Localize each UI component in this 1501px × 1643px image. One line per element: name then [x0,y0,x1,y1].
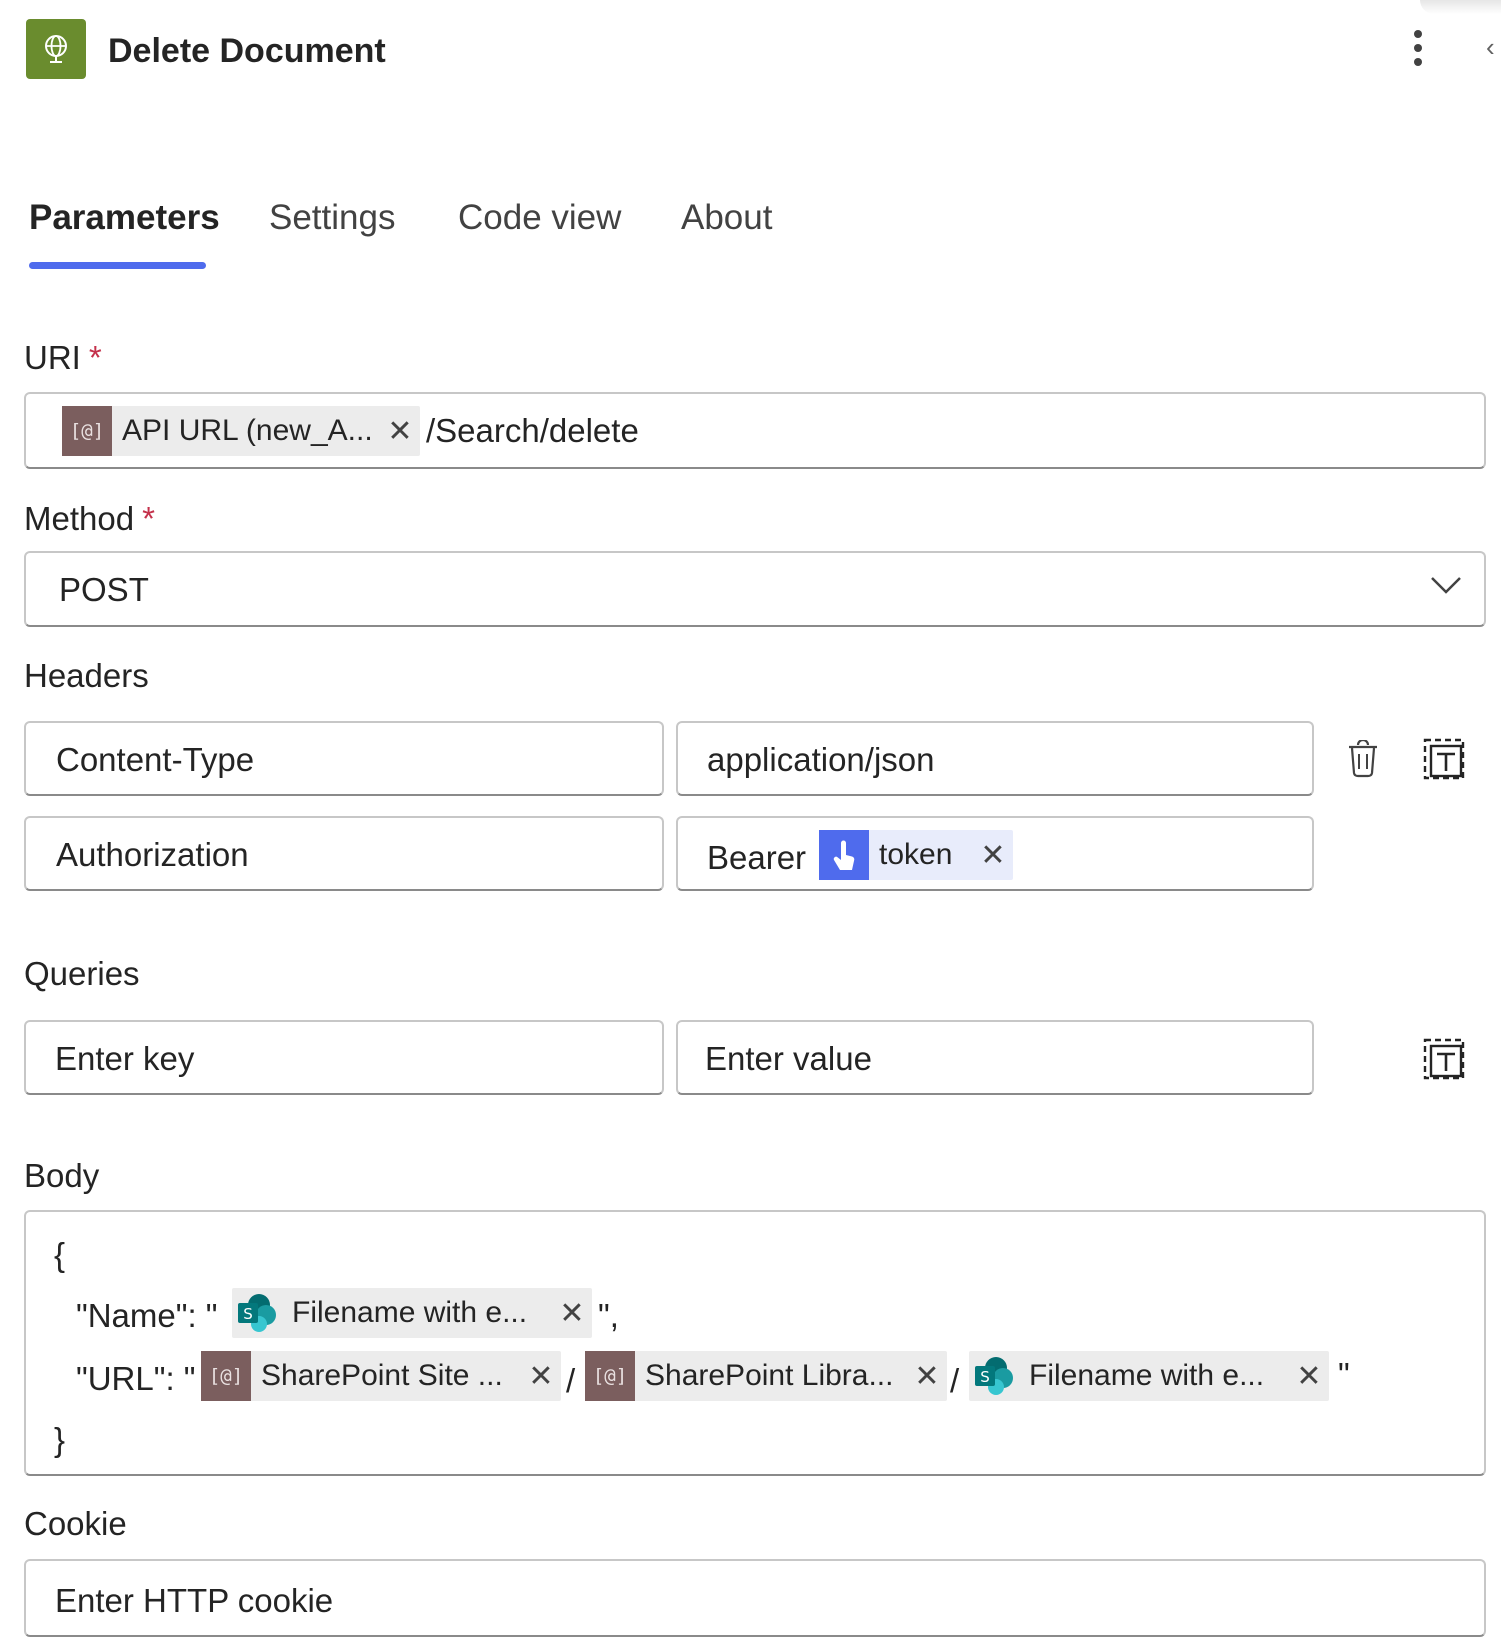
header-key-field[interactable]: Authorization [24,816,664,891]
required-marker: * [142,500,155,537]
text-mode-toggle-icon[interactable] [1419,1034,1469,1084]
body-url-suffix: " [1338,1356,1350,1393]
token-label: API URL (new_A... [122,414,373,447]
bearer-prefix-text: Bearer [707,839,807,876]
query-value-placeholder: Enter value [705,1040,872,1077]
remove-token-icon[interactable]: ✕ [552,1296,592,1331]
uri-field[interactable]: [@] API URL (new_A... ✕ /Search/delete [24,392,1486,469]
query-value-input[interactable]: Enter value [676,1020,1314,1095]
body-token-sharepoint-site[interactable]: [@] SharePoint Site ... ✕ [201,1351,561,1401]
body-token-filename[interactable]: S Filename with e... ✕ [232,1288,592,1338]
token-label: SharePoint Libra... [645,1359,894,1392]
token-label: Filename with e... [292,1296,528,1329]
header-value-text: application/json [707,741,935,778]
body-close-brace: } [54,1421,66,1458]
body-name-key: "Name": " [76,1297,218,1334]
header-key-value: Content-Type [56,741,255,778]
body-editor[interactable]: { "Name": " S Filename with e... ✕ ", "U… [24,1210,1486,1476]
text-mode-toggle-icon[interactable] [1419,734,1469,784]
cookie-input[interactable]: Enter HTTP cookie [24,1559,1486,1637]
method-select[interactable]: POST [24,551,1486,627]
header-key-field[interactable]: Content-Type [24,721,664,796]
body-token-sharepoint-library[interactable]: [@] SharePoint Libra... ✕ [585,1351,947,1401]
path-separator: / [950,1362,960,1399]
header-value-field[interactable]: application/json [676,721,1314,796]
method-value: POST [59,571,149,608]
svg-text:S: S [980,1368,990,1386]
query-key-input[interactable]: Enter key [24,1020,664,1095]
remove-token-icon[interactable]: ✕ [521,1359,561,1394]
uri-label: URI * [24,339,102,376]
tab-parameters[interactable]: Parameters [29,196,220,240]
svg-text:S: S [243,1305,253,1323]
variable-icon: [@] [585,1351,635,1401]
body-token-filename[interactable]: S Filename with e... ✕ [969,1351,1329,1401]
delete-icon[interactable] [1338,734,1388,784]
panel-corner-shadow [1420,0,1501,14]
cookie-label: Cookie [24,1505,127,1542]
body-open-brace: { [54,1236,66,1273]
token-label: SharePoint Site ... [261,1359,503,1392]
page-title: Delete Document [108,32,386,70]
chevron-down-icon [1430,575,1462,600]
queries-label: Queries [24,955,140,992]
cookie-placeholder: Enter HTTP cookie [55,1582,334,1619]
uri-token-api-url[interactable]: [@] API URL (new_A... ✕ [62,406,420,456]
token-label: token [879,838,953,871]
headers-label: Headers [24,657,149,694]
globe-icon [26,19,86,79]
required-marker: * [88,339,102,376]
header-value-field[interactable]: Bearer token ✕ [676,816,1314,891]
tab-settings[interactable]: Settings [269,196,395,240]
tab-code-view[interactable]: Code view [458,196,621,240]
remove-token-icon[interactable]: ✕ [907,1359,947,1394]
query-key-placeholder: Enter key [55,1040,195,1077]
remove-token-icon[interactable]: ✕ [1289,1359,1329,1394]
remove-token-icon[interactable]: ✕ [380,414,420,449]
touch-trigger-icon [819,830,869,880]
sharepoint-icon: S [969,1351,1019,1401]
uri-suffix-text: /Search/delete [426,412,639,449]
sharepoint-icon: S [232,1288,282,1338]
token-label: Filename with e... [1029,1359,1265,1392]
token-dynamic-value[interactable]: token ✕ [819,830,1013,880]
body-name-suffix: ", [598,1297,619,1334]
tab-about[interactable]: About [681,196,772,240]
path-separator: / [566,1362,576,1399]
active-tab-indicator [29,262,206,269]
more-vertical-icon[interactable] [1398,24,1438,72]
method-label: Method * [24,500,155,537]
collapse-chevron-icon[interactable]: ‹ [1486,34,1495,60]
body-url-key: "URL": " [76,1360,196,1397]
remove-token-icon[interactable]: ✕ [973,838,1013,873]
header-key-value: Authorization [56,836,249,873]
body-label: Body [24,1157,100,1194]
variable-icon: [@] [62,406,112,456]
variable-icon: [@] [201,1351,251,1401]
